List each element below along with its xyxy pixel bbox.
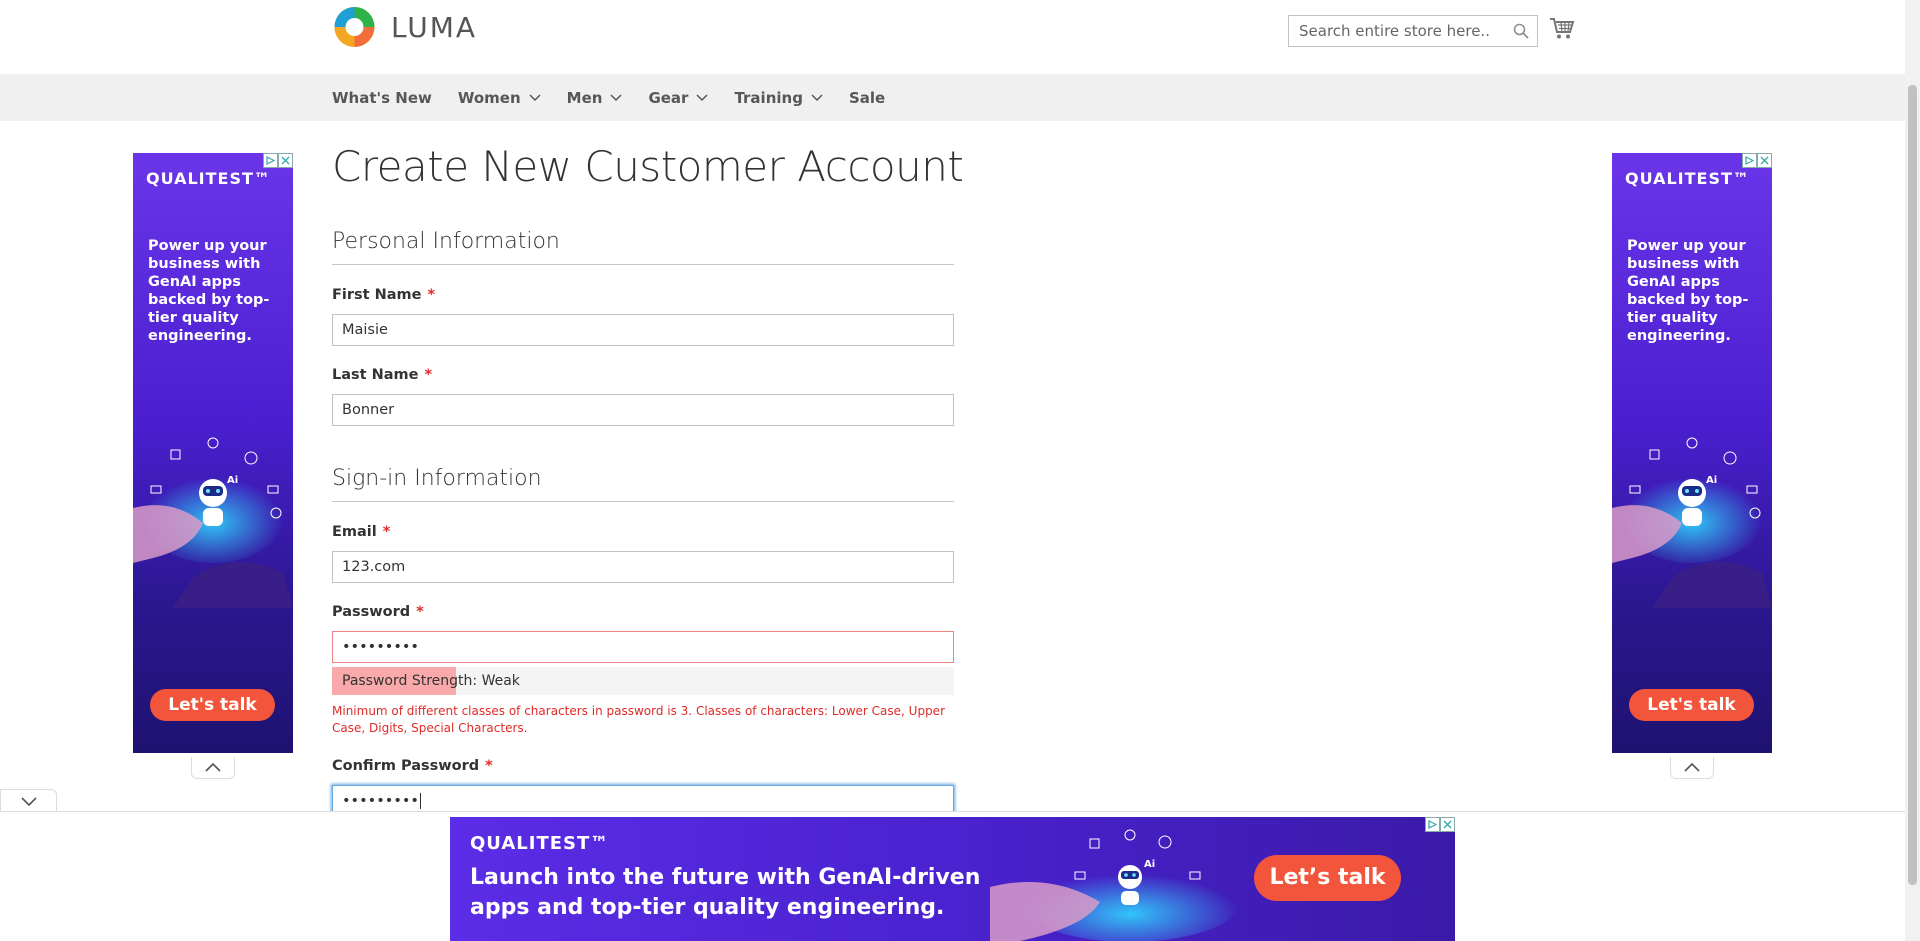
- nav-item-gear[interactable]: Gear: [648, 89, 708, 107]
- nav-item-men[interactable]: Men: [567, 89, 623, 107]
- required-marker: *: [416, 604, 424, 620]
- nav-item-label: Training: [734, 88, 803, 107]
- chevron-down-icon: [529, 93, 541, 101]
- svg-text:Ai: Ai: [1706, 475, 1717, 486]
- password-strength-text: Password Strength: Weak: [342, 673, 520, 689]
- required-marker: *: [485, 758, 493, 774]
- last-name-label: Last Name *: [332, 367, 432, 383]
- side-ad-left[interactable]: QUALITEST™ Power up your business with G…: [133, 153, 293, 753]
- ad-collapse-toggle[interactable]: [1670, 757, 1714, 779]
- nav-item-whats-new[interactable]: What's New: [332, 89, 432, 107]
- nav-item-label: Men: [566, 88, 603, 107]
- last-name-label-text: Last Name: [332, 367, 419, 383]
- nav-item-label: Women: [457, 88, 521, 107]
- nav-item-training[interactable]: Training: [734, 88, 823, 107]
- ad-badges: [263, 153, 293, 168]
- ad-copy: Power up your business with GenAI apps b…: [148, 238, 270, 344]
- ad-collapse-toggle[interactable]: [191, 757, 235, 779]
- ai-robot-illustration: Ai: [990, 829, 1240, 941]
- chevron-up-icon: [1684, 763, 1700, 772]
- ad-choices-icon[interactable]: [1425, 817, 1440, 832]
- ai-robot-illustration: Ai: [1612, 437, 1772, 608]
- nav-item-women[interactable]: Women: [458, 89, 541, 107]
- site-header: LUMA: [0, 0, 1905, 74]
- required-marker: *: [382, 524, 391, 540]
- search-icon[interactable]: [1513, 23, 1529, 39]
- email-field[interactable]: 123.com: [332, 551, 954, 583]
- password-field[interactable]: •••••••••: [332, 631, 954, 663]
- ai-robot-illustration: Ai: [133, 437, 293, 608]
- required-marker: *: [424, 367, 433, 383]
- ad-copy: Power up your business with GenAI apps b…: [1627, 238, 1749, 344]
- svg-text:Ai: Ai: [227, 475, 238, 486]
- ad-brand: QUALITEST™: [146, 169, 271, 188]
- chevron-up-icon: [205, 763, 221, 772]
- last-name-field[interactable]: Bonner: [332, 394, 954, 426]
- page-title: Create New Customer Account: [332, 142, 964, 191]
- luma-logo-icon: [334, 7, 375, 47]
- ad-cta-button[interactable]: Let’s talk: [1254, 855, 1401, 901]
- bottom-ad-collapse-toggle[interactable]: [0, 789, 57, 812]
- ad-choices-icon[interactable]: [263, 153, 278, 168]
- ad-choices-icon[interactable]: [1742, 153, 1757, 168]
- main-navigation: What's New Women Men Gear Training Sale: [0, 74, 1905, 121]
- password-error-message: Minimum of different classes of characte…: [332, 704, 946, 735]
- first-name-field[interactable]: Maisie: [332, 314, 954, 346]
- nav-item-label: Sale: [848, 88, 886, 107]
- first-name-label-text: First Name: [332, 287, 422, 303]
- password-label: Password *: [332, 604, 424, 620]
- chevron-down-icon: [20, 796, 37, 806]
- search-box: [1288, 15, 1538, 47]
- close-icon[interactable]: [1440, 817, 1455, 832]
- nav-item-sale[interactable]: Sale: [849, 89, 885, 107]
- required-marker: *: [427, 287, 436, 303]
- ad-cta-button[interactable]: Let's talk: [1629, 689, 1754, 721]
- close-icon[interactable]: [278, 153, 293, 168]
- chevron-down-icon: [696, 93, 708, 101]
- personal-information-legend: Personal Information: [332, 229, 954, 265]
- svg-text:Ai: Ai: [1144, 859, 1155, 870]
- chevron-down-icon: [610, 93, 622, 101]
- chevron-down-icon: [811, 93, 823, 101]
- side-ad-right[interactable]: QUALITEST™ Power up your business with G…: [1612, 153, 1772, 753]
- confirm-password-value: •••••••••: [342, 793, 419, 809]
- password-label-text: Password: [332, 604, 411, 620]
- email-label: Email *: [332, 524, 390, 540]
- ad-cta-button[interactable]: Let's talk: [150, 689, 275, 721]
- text-cursor: [419, 793, 421, 809]
- email-label-text: Email: [332, 524, 377, 540]
- ad-brand: QUALITEST™: [1625, 169, 1750, 188]
- cart-icon[interactable]: [1549, 16, 1575, 40]
- ad-badges: [1742, 153, 1772, 168]
- password-strength-meter: Password Strength: Weak: [332, 667, 954, 695]
- sign-in-information-legend: Sign-in Information: [332, 466, 954, 502]
- scrollbar-thumb[interactable]: [1908, 85, 1917, 885]
- logo-text: LUMA: [391, 10, 478, 44]
- confirm-password-label-text: Confirm Password: [332, 758, 480, 774]
- store-logo[interactable]: LUMA: [332, 5, 477, 49]
- search-input[interactable]: [1289, 16, 1499, 46]
- ad-copy: Launch into the future with GenAI-driven…: [470, 865, 981, 920]
- bottom-ad[interactable]: QUALITEST™ Launch into the future with G…: [450, 817, 1455, 941]
- nav-item-label: Gear: [648, 88, 689, 107]
- close-icon[interactable]: [1757, 153, 1772, 168]
- ad-badges: [1425, 817, 1455, 832]
- ad-brand: QUALITEST™: [470, 833, 610, 854]
- nav-item-label: What's New: [332, 88, 432, 107]
- first-name-label: First Name *: [332, 287, 435, 303]
- confirm-password-label: Confirm Password *: [332, 758, 493, 774]
